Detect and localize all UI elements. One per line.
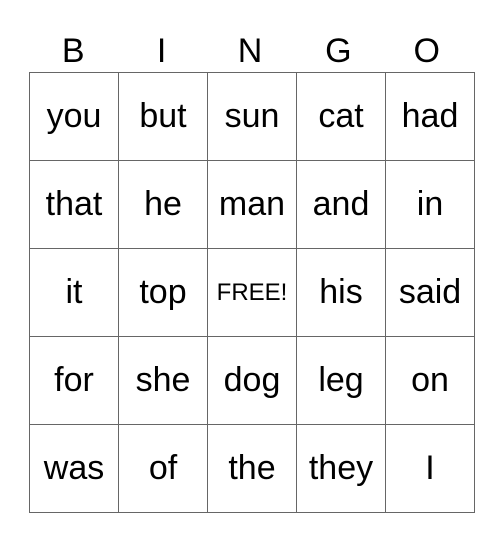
bingo-cell: the bbox=[207, 424, 297, 513]
bingo-cell: you bbox=[29, 72, 119, 161]
header-letter-b: B bbox=[61, 32, 85, 70]
header-letter-o: O bbox=[413, 32, 440, 70]
bingo-header: B I N G O bbox=[29, 30, 471, 72]
bingo-cell: dog bbox=[207, 336, 297, 425]
bingo-cell: it bbox=[29, 248, 119, 337]
bingo-cell: but bbox=[118, 72, 208, 161]
bingo-cell: sun bbox=[207, 72, 297, 161]
bingo-row: was of the they I bbox=[29, 424, 475, 513]
bingo-cell: leg bbox=[296, 336, 386, 425]
free-space-cell: FREE! bbox=[207, 248, 297, 337]
header-letter-g: G bbox=[325, 32, 352, 70]
bingo-cell: in bbox=[385, 160, 475, 249]
bingo-row: it top FREE! his said bbox=[29, 248, 475, 337]
bingo-cell: cat bbox=[296, 72, 386, 161]
bingo-cell: his bbox=[296, 248, 386, 337]
bingo-cell: man bbox=[207, 160, 297, 249]
bingo-cell: they bbox=[296, 424, 386, 513]
bingo-cell: and bbox=[296, 160, 386, 249]
bingo-cell: for bbox=[29, 336, 119, 425]
bingo-grid: you but sun cat had that he man and in it top FREE! h… bbox=[29, 72, 475, 513]
bingo-cell: of bbox=[118, 424, 208, 513]
bingo-cell: she bbox=[118, 336, 208, 425]
bingo-row: for she dog leg on bbox=[29, 336, 475, 425]
bingo-row: you but sun cat had bbox=[29, 72, 475, 161]
header-letter-i: I bbox=[156, 32, 167, 70]
bingo-cell: I bbox=[385, 424, 475, 513]
bingo-cell: had bbox=[385, 72, 475, 161]
bingo-cell: top bbox=[118, 248, 208, 337]
bingo-row: that he man and in bbox=[29, 160, 475, 249]
bingo-cell: that bbox=[29, 160, 119, 249]
bingo-cell: he bbox=[118, 160, 208, 249]
bingo-cell: was bbox=[29, 424, 119, 513]
header-letter-n: N bbox=[237, 32, 263, 70]
bingo-cell: said bbox=[385, 248, 475, 337]
bingo-cell: on bbox=[385, 336, 475, 425]
